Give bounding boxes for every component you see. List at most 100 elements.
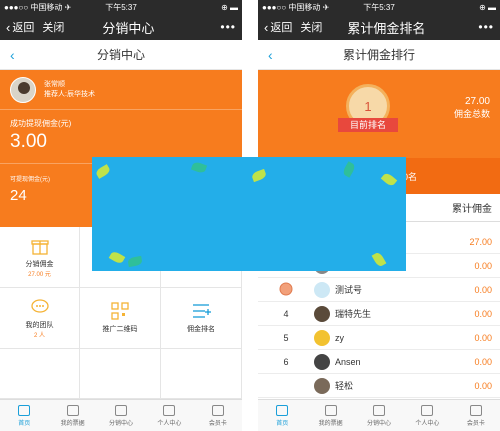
name-text: Ansen xyxy=(335,356,361,367)
tab-profile[interactable]: 个人中心 xyxy=(403,400,451,431)
chat-icon xyxy=(30,298,50,316)
back-label: 返回 xyxy=(12,22,35,34)
col-total-commission: 累计佣金 xyxy=(452,204,492,215)
grid-label: 分销佣金 xyxy=(25,260,54,268)
close-button[interactable]: 关闭 xyxy=(300,19,322,35)
grid-item-qrcode[interactable]: 推广二维码 xyxy=(80,288,161,349)
status-bar: ●●●○○ 中国移动 ✈ 下午5:37 ⊕ ▬ xyxy=(0,0,242,14)
avatar xyxy=(314,305,330,322)
tab-tickets[interactable]: 我的票据 xyxy=(48,400,96,431)
grid-label: 我的团队 xyxy=(25,321,54,329)
total-box: 27.00 佣金总数 xyxy=(454,96,490,120)
name-text: 轻松 xyxy=(335,381,354,391)
wechat-nav-bar: ‹ 返回 关闭 分销中心 ••• xyxy=(0,14,242,40)
name-cell: Ansen xyxy=(314,353,440,370)
tab-home[interactable]: 首页 xyxy=(0,400,48,431)
back-button[interactable]: ‹ 返回 xyxy=(264,19,292,35)
tab-label: 我的票据 xyxy=(318,420,343,427)
value-cell: 0.00 xyxy=(474,380,492,391)
users-icon xyxy=(115,404,128,416)
user-name: 张常顺 xyxy=(44,80,65,88)
tab-label: 首页 xyxy=(18,420,31,427)
page-back-icon[interactable]: ‹ xyxy=(10,47,15,63)
home-icon xyxy=(276,404,289,416)
more-icon[interactable]: ••• xyxy=(220,20,236,34)
edit-icon xyxy=(163,404,176,416)
tab-label: 我的票据 xyxy=(60,420,85,427)
commission-value: 3.00 xyxy=(10,131,47,152)
close-button[interactable]: 关闭 xyxy=(42,19,64,35)
leaf-icon xyxy=(341,161,357,178)
page-header: ‹ 累计佣金排行 xyxy=(258,40,500,70)
tab-label: 分销中心 xyxy=(109,420,134,427)
leaf-icon xyxy=(250,168,268,183)
rank-cell: 5 xyxy=(283,332,289,343)
edit-icon xyxy=(421,404,434,416)
name-text: 测试号 xyxy=(335,285,363,295)
name-cell: 瑞特先生 xyxy=(314,305,440,322)
name-cell: zy xyxy=(314,329,440,346)
avatar xyxy=(314,377,330,394)
table-row: 5 zy 0.00 xyxy=(258,326,500,350)
value-cell: 27.00 xyxy=(469,236,492,247)
qrcode-icon xyxy=(110,302,130,320)
value-cell: 0.00 xyxy=(474,260,492,271)
carrier-text: ●●●○○ 中国移动 ✈ xyxy=(262,2,330,12)
tab-bar: 首页 我的票据 分销中心 个人中心 会员卡 xyxy=(0,399,242,431)
value-cell: 0.00 xyxy=(474,356,492,367)
page-title: 累计佣金排行 xyxy=(342,48,415,62)
tab-profile[interactable]: 个人中心 xyxy=(145,400,193,431)
tab-distribution[interactable]: 分销中心 xyxy=(97,400,145,431)
avatar xyxy=(314,281,330,298)
page-back-icon[interactable]: ‹ xyxy=(268,47,273,63)
tab-member-card[interactable]: 会员卡 xyxy=(452,400,500,431)
name-cell: 轻松 xyxy=(314,377,440,394)
avatar xyxy=(314,353,330,370)
user-info: 张常顺 推荐人:辰华技术 xyxy=(44,80,95,100)
tab-distribution[interactable]: 分销中心 xyxy=(355,400,403,431)
table-row: 6 Ansen 0.00 xyxy=(258,350,500,374)
grid-item-ranking[interactable]: 佣金排名 xyxy=(161,288,242,349)
grid-sub: 27.00 元 xyxy=(28,271,51,278)
tab-member-card[interactable]: 会员卡 xyxy=(194,400,242,431)
banner-overlay xyxy=(92,157,406,271)
chevron-left-icon: ‹ xyxy=(264,19,269,35)
wechat-nav-bar: ‹ 返回 关闭 累计佣金排名 ••• xyxy=(258,14,500,40)
card-icon xyxy=(211,404,224,416)
table-row: 轻松 0.00 xyxy=(258,374,500,398)
grid-item-empty-3 xyxy=(161,349,242,399)
value-cell: 0.00 xyxy=(474,308,492,319)
name-text: zy xyxy=(335,332,344,343)
bronze-medal-icon xyxy=(258,281,314,299)
battery-icon: ⊕ ▬ xyxy=(479,2,496,12)
grid-sub: 2 人 xyxy=(33,332,45,339)
leaf-icon xyxy=(371,251,387,268)
tab-label: 会员卡 xyxy=(208,420,227,427)
total-label: 佣金总数 xyxy=(453,109,490,119)
tab-home[interactable]: 首页 xyxy=(258,400,306,431)
user-row: 张常顺 推荐人:辰华技术 xyxy=(0,70,242,110)
page-header: ‹ 分销中心 xyxy=(0,40,242,70)
more-icon[interactable]: ••• xyxy=(478,20,494,34)
rank-label: 目前排名 xyxy=(338,118,398,132)
rank-hero: 1 目前排名 27.00 佣金总数 xyxy=(258,70,500,158)
card-icon xyxy=(469,404,482,416)
grid-item-commission[interactable]: 分销佣金 27.00 元 xyxy=(0,227,80,288)
users-icon xyxy=(373,404,386,416)
clock: 下午5:37 xyxy=(363,2,395,12)
window-title: 分销中心 xyxy=(102,20,155,36)
rank-cell: 6 xyxy=(283,356,289,367)
leaf-icon xyxy=(127,255,143,268)
list-icon xyxy=(191,302,211,320)
table-row: 测试号 0.00 xyxy=(258,278,500,302)
grid-label: 佣金排名 xyxy=(187,326,215,333)
tab-tickets[interactable]: 我的票据 xyxy=(306,400,354,431)
tab-label: 个人中心 xyxy=(157,420,182,427)
name-cell: 测试号 xyxy=(314,281,440,298)
page-title: 分销中心 xyxy=(96,48,145,62)
tab-label: 首页 xyxy=(276,420,289,427)
back-button[interactable]: ‹ 返回 xyxy=(6,19,34,35)
total-value: 27.00 xyxy=(464,96,490,107)
home-icon xyxy=(18,404,31,416)
grid-item-team[interactable]: 我的团队 2 人 xyxy=(0,288,80,349)
